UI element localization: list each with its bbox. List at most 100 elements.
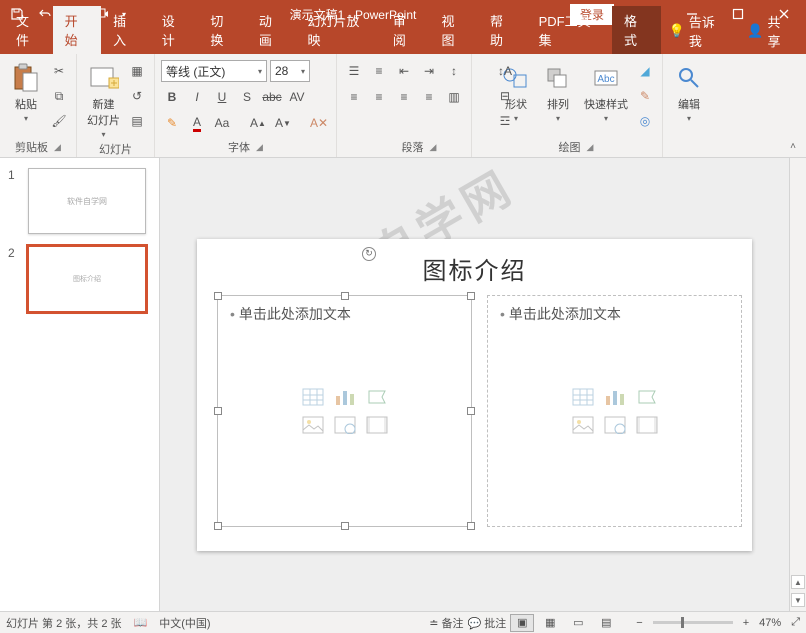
- share-button[interactable]: 👤共享: [739, 8, 798, 54]
- clear-format-button[interactable]: A✕: [308, 112, 330, 134]
- tab-format[interactable]: 格式: [612, 6, 661, 54]
- sorter-view-button[interactable]: ▦: [538, 614, 562, 632]
- zoom-level[interactable]: 47%: [759, 617, 781, 629]
- normal-view-button[interactable]: ▣: [510, 614, 534, 632]
- tab-file[interactable]: 文件: [4, 6, 53, 54]
- bold-button[interactable]: B: [161, 86, 183, 108]
- insert-video-icon[interactable]: [634, 414, 660, 436]
- insert-online-picture-icon[interactable]: [332, 414, 358, 436]
- zoom-in-button[interactable]: +: [743, 617, 749, 629]
- insert-smartart-icon[interactable]: [364, 386, 390, 408]
- collapse-ribbon-button[interactable]: ˄: [784, 137, 802, 155]
- highlight-button[interactable]: ✎: [161, 112, 183, 134]
- language-label[interactable]: 中文(中国): [159, 615, 210, 631]
- decrease-indent-button[interactable]: ⇤: [393, 60, 415, 82]
- cut-button[interactable]: ✂: [48, 60, 70, 82]
- tab-pdf[interactable]: PDF工具集: [527, 6, 612, 54]
- tab-transition[interactable]: 切换: [198, 6, 247, 54]
- tab-animation[interactable]: 动画: [247, 6, 296, 54]
- notes-button[interactable]: ≐ 备注: [429, 615, 463, 631]
- tell-me-button[interactable]: 💡告诉我: [661, 8, 732, 54]
- shape-fill-button[interactable]: ◢: [634, 60, 656, 82]
- font-name-combo[interactable]: 等线 (正文)▾: [161, 60, 267, 82]
- insert-table-icon[interactable]: [300, 386, 326, 408]
- thumbnail-slide-2[interactable]: 2 图标介绍: [8, 246, 151, 312]
- arrange-button[interactable]: 排列▾: [538, 60, 578, 125]
- drawing-launcher[interactable]: ◢: [587, 142, 594, 153]
- sel-handle[interactable]: [467, 522, 475, 530]
- font-launcher[interactable]: ◢: [256, 142, 263, 153]
- increase-indent-button[interactable]: ⇥: [418, 60, 440, 82]
- align-text-button[interactable]: ⊟: [494, 85, 516, 107]
- line-spacing-button[interactable]: ↕: [443, 60, 465, 82]
- numbering-button[interactable]: ≡: [368, 60, 390, 82]
- tab-slideshow[interactable]: 幻灯片放映: [295, 6, 380, 54]
- spacing-button[interactable]: AV: [286, 86, 308, 108]
- insert-video-icon[interactable]: [364, 414, 390, 436]
- copy-button[interactable]: ⧉: [48, 85, 70, 107]
- insert-picture-icon[interactable]: [570, 414, 596, 436]
- section-button[interactable]: ▤: [126, 110, 148, 132]
- align-center-button[interactable]: ≡: [368, 86, 390, 108]
- quick-styles-button[interactable]: Abc 快速样式▾: [580, 60, 632, 125]
- reading-view-button[interactable]: ▭: [566, 614, 590, 632]
- font-color-button[interactable]: A: [186, 112, 208, 134]
- sel-handle[interactable]: [341, 292, 349, 300]
- paragraph-launcher[interactable]: ◢: [430, 142, 437, 153]
- italic-button[interactable]: I: [186, 86, 208, 108]
- slide-title[interactable]: 图标介绍: [197, 251, 752, 286]
- content-placeholder-left[interactable]: •单击此处添加文本: [217, 295, 472, 527]
- clipboard-launcher[interactable]: ◢: [54, 142, 61, 153]
- slideshow-view-button[interactable]: ▤: [594, 614, 618, 632]
- new-slide-button[interactable]: 新建 幻灯片▾: [83, 60, 124, 141]
- format-painter-button[interactable]: 🖌: [48, 110, 70, 132]
- sel-handle[interactable]: [214, 407, 222, 415]
- insert-online-picture-icon[interactable]: [602, 414, 628, 436]
- paste-button[interactable]: 粘贴▾: [6, 60, 46, 125]
- sel-handle[interactable]: [467, 407, 475, 415]
- shape-effects-button[interactable]: ◎: [634, 110, 656, 132]
- edit-button[interactable]: 编辑▾: [669, 60, 709, 125]
- thumbnail-slide-1[interactable]: 1 软件自学网: [8, 168, 151, 234]
- tab-insert[interactable]: 插入: [101, 6, 150, 54]
- tab-help[interactable]: 帮助: [478, 6, 527, 54]
- columns-button[interactable]: ▥: [443, 86, 465, 108]
- zoom-out-button[interactable]: −: [636, 617, 642, 629]
- prev-slide-button[interactable]: ▲: [791, 575, 805, 589]
- text-direction-button[interactable]: ↕A: [494, 60, 516, 82]
- justify-button[interactable]: ≡: [418, 86, 440, 108]
- fit-to-window-button[interactable]: ⤢: [791, 616, 800, 629]
- insert-chart-icon[interactable]: [602, 386, 628, 408]
- shape-outline-button[interactable]: ✎: [634, 85, 656, 107]
- strikethrough-button[interactable]: abc: [261, 86, 283, 108]
- align-right-button[interactable]: ≡: [393, 86, 415, 108]
- slide-editor[interactable]: 软件自学网WWW.RJZXW.COM ↻ 图标介绍 •单击此处添加文本: [160, 158, 790, 611]
- spellcheck-button[interactable]: 📖: [134, 616, 148, 629]
- align-left-button[interactable]: ≡: [343, 86, 365, 108]
- tab-review[interactable]: 审阅: [381, 6, 430, 54]
- next-slide-button[interactable]: ▼: [791, 593, 805, 607]
- insert-picture-icon[interactable]: [300, 414, 326, 436]
- sel-handle[interactable]: [341, 522, 349, 530]
- layout-button[interactable]: ▦: [126, 60, 148, 82]
- change-case-button[interactable]: Aa: [211, 112, 233, 134]
- underline-button[interactable]: U: [211, 86, 233, 108]
- sel-handle[interactable]: [214, 292, 222, 300]
- sel-handle[interactable]: [467, 292, 475, 300]
- vertical-scrollbar[interactable]: ▲ ▼: [790, 158, 806, 611]
- shadow-button[interactable]: S: [236, 86, 258, 108]
- insert-smartart-icon[interactable]: [634, 386, 660, 408]
- zoom-slider[interactable]: [653, 621, 733, 624]
- font-size-combo[interactable]: 28▾: [270, 60, 310, 82]
- insert-table-icon[interactable]: [570, 386, 596, 408]
- sel-handle[interactable]: [214, 522, 222, 530]
- tab-view[interactable]: 视图: [429, 6, 478, 54]
- decrease-font-button[interactable]: A▼: [272, 112, 294, 134]
- smartart-button[interactable]: ☲: [494, 110, 516, 132]
- reset-button[interactable]: ↺: [126, 85, 148, 107]
- increase-font-button[interactable]: A▲: [247, 112, 269, 134]
- insert-chart-icon[interactable]: [332, 386, 358, 408]
- tab-home[interactable]: 开始: [53, 6, 102, 54]
- tab-design[interactable]: 设计: [150, 6, 199, 54]
- bullets-button[interactable]: ☰: [343, 60, 365, 82]
